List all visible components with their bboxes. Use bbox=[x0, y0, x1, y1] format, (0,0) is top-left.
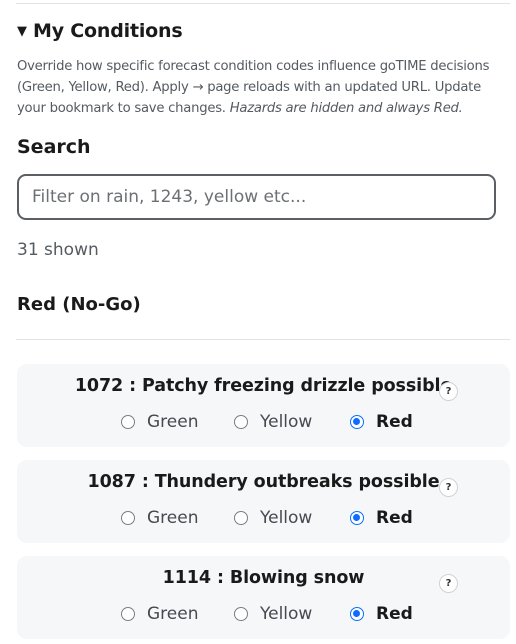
help-icon[interactable]: ? bbox=[439, 478, 458, 497]
option-label: Yellow bbox=[260, 508, 313, 528]
help-icon[interactable]: ? bbox=[439, 574, 458, 593]
top-divider bbox=[16, 3, 510, 4]
radio-checked-icon[interactable] bbox=[350, 511, 364, 525]
radio-unchecked-icon[interactable] bbox=[234, 607, 248, 621]
search-input[interactable] bbox=[17, 174, 496, 220]
condition-options: Green Yellow Red bbox=[17, 412, 510, 436]
option-green[interactable]: Green bbox=[121, 412, 198, 432]
condition-options: Green Yellow Red bbox=[17, 508, 510, 532]
option-label: Red bbox=[376, 412, 413, 432]
option-label: Red bbox=[376, 508, 413, 528]
option-yellow[interactable]: Yellow bbox=[234, 604, 312, 624]
group-divider bbox=[16, 339, 510, 340]
panel-description: Override how specific forecast condition… bbox=[17, 56, 513, 119]
condition-card: 1072 : Patchy freezing drizzle possible … bbox=[17, 364, 510, 447]
description-hazard-note: Hazards are hidden and always Red. bbox=[229, 101, 463, 116]
condition-options: Green Yellow Red bbox=[17, 604, 510, 628]
option-yellow[interactable]: Yellow bbox=[234, 412, 312, 432]
option-label: Green bbox=[147, 508, 199, 528]
condition-card: 1087 : Thundery outbreaks possible ? Gre… bbox=[17, 460, 510, 543]
panel-title: My Conditions bbox=[33, 20, 183, 42]
radio-checked-icon[interactable] bbox=[350, 415, 364, 429]
option-green[interactable]: Green bbox=[121, 604, 198, 624]
group-heading-red: Red (No-Go) bbox=[17, 294, 141, 315]
option-label: Green bbox=[147, 412, 199, 432]
conditions-toggle[interactable]: ▼ My Conditions bbox=[17, 20, 183, 42]
radio-unchecked-icon[interactable] bbox=[121, 415, 135, 429]
shown-count: 31 shown bbox=[17, 240, 99, 260]
condition-title: 1087 : Thundery outbreaks possible bbox=[87, 472, 440, 492]
condition-title: 1114 : Blowing snow bbox=[162, 568, 365, 588]
radio-unchecked-icon[interactable] bbox=[234, 415, 248, 429]
option-label: Yellow bbox=[260, 604, 313, 624]
search-label: Search bbox=[17, 136, 91, 158]
condition-title: 1072 : Patchy freezing drizzle possible bbox=[74, 376, 453, 396]
option-yellow[interactable]: Yellow bbox=[234, 508, 312, 528]
option-red[interactable]: Red bbox=[350, 604, 413, 624]
option-label: Red bbox=[376, 604, 413, 624]
condition-card: 1114 : Blowing snow ? Green Yellow Red bbox=[17, 556, 510, 639]
radio-unchecked-icon[interactable] bbox=[121, 607, 135, 621]
radio-checked-icon[interactable] bbox=[350, 607, 364, 621]
help-icon[interactable]: ? bbox=[439, 382, 458, 401]
radio-unchecked-icon[interactable] bbox=[121, 511, 135, 525]
option-label: Yellow bbox=[260, 412, 313, 432]
option-label: Green bbox=[147, 604, 199, 624]
caret-down-icon: ▼ bbox=[17, 23, 27, 39]
option-red[interactable]: Red bbox=[350, 412, 413, 432]
radio-unchecked-icon[interactable] bbox=[234, 511, 248, 525]
option-green[interactable]: Green bbox=[121, 508, 198, 528]
option-red[interactable]: Red bbox=[350, 508, 413, 528]
